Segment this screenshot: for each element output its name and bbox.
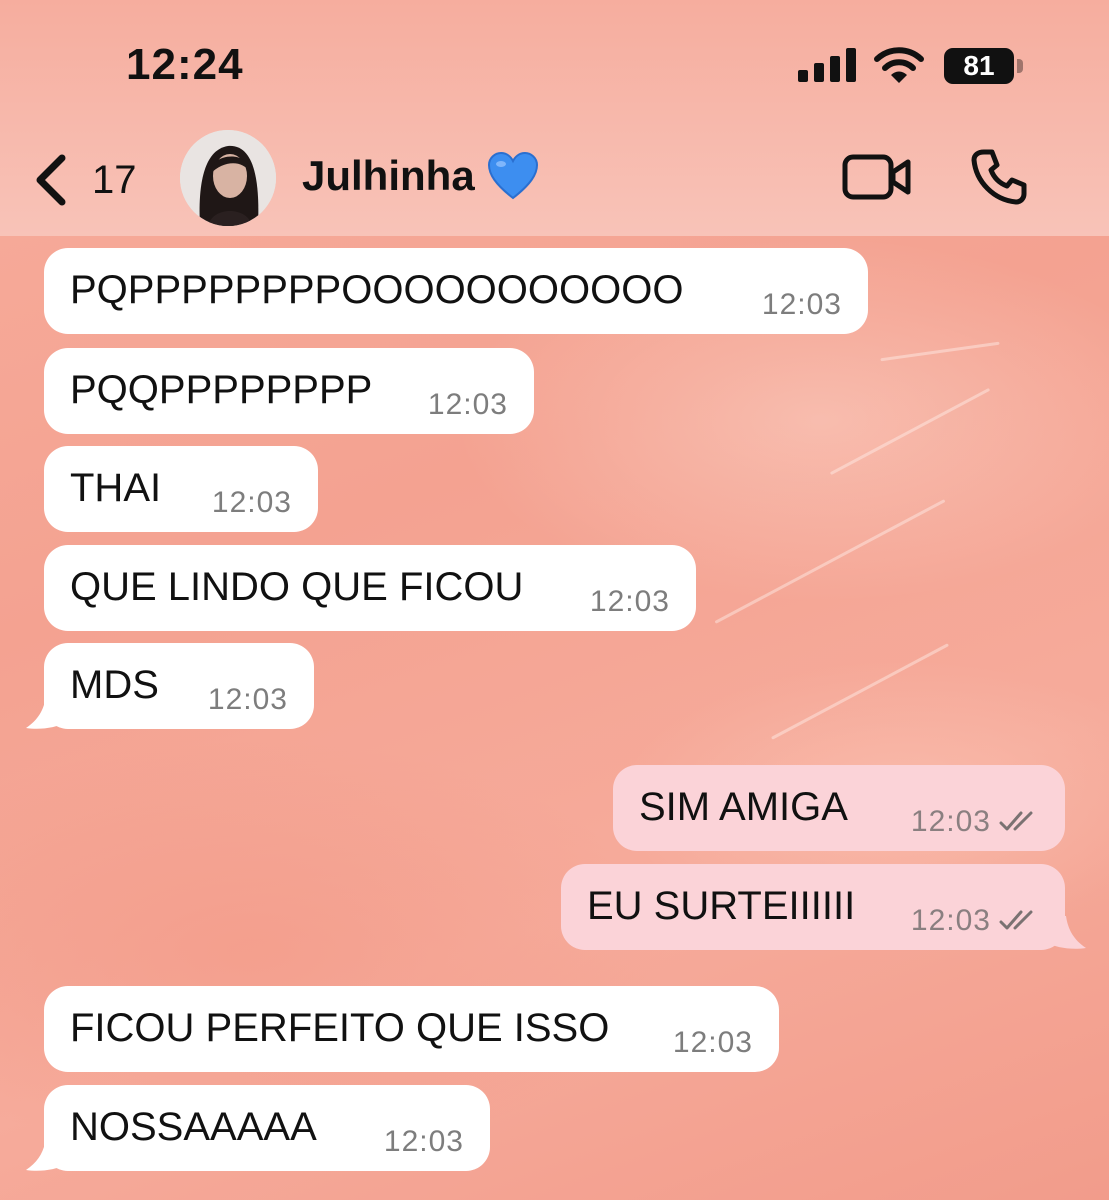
blue-heart-icon [487,152,538,200]
message-bubble-incoming[interactable]: THAI 12:03 [44,446,318,532]
phone-icon[interactable] [970,148,1028,206]
battery-indicator: 81 [944,48,1024,84]
video-camera-icon[interactable] [842,152,912,202]
message-time: 12:03 [761,288,842,321]
message-time-with-status: 12:03 [911,805,1039,839]
double-check-icon [999,910,1033,930]
signal-bars-icon [798,48,856,82]
message-text: FICOU PERFEITO QUE ISSO [70,1006,610,1050]
message-text: EU SURTEIIIIII [587,884,856,928]
contact-name-row[interactable]: Julhinha [302,152,539,200]
battery-level: 81 [944,48,1014,84]
message-time: 12:03 [589,585,670,618]
message-text: NOSSAAAAA [70,1105,317,1149]
message-time-with-status: 12:03 [911,904,1039,938]
avatar-photo [180,130,276,226]
message-text: PQQPPPPPPPP [70,368,373,412]
battery-tip [1017,59,1023,73]
double-check-icon [999,811,1033,831]
message-bubble-incoming[interactable]: MDS 12:03 [44,643,314,729]
wifi-icon [874,47,924,83]
message-time: 12:03 [211,486,292,519]
message-bubble-outgoing[interactable]: SIM AMIGA 12:03 [613,765,1065,851]
chevron-left-icon [36,154,66,206]
message-bubble-incoming[interactable]: FICOU PERFEITO QUE ISSO 12:03 [44,986,779,1072]
message-time: 12:03 [910,904,991,937]
message-text: SIM AMIGA [639,785,848,829]
back-button[interactable]: 17 [30,150,137,210]
message-text: PQPPPPPPPPOOOOOOOOOOO [70,268,684,312]
chat-header: 12:24 81 17 Julhinha [0,0,1109,236]
wallpaper-streak [880,341,1000,362]
contact-avatar[interactable] [180,130,276,226]
message-text: MDS [70,663,159,707]
message-time: 12:03 [910,805,991,838]
message-text: THAI [70,466,162,510]
wallpaper-streak [714,499,946,624]
message-bubble-incoming[interactable]: PQQPPPPPPPP 12:03 [44,348,534,434]
wallpaper-streak [829,387,991,476]
message-time: 12:03 [383,1125,464,1158]
message-time: 12:03 [427,388,508,421]
contact-name: Julhinha [302,152,475,199]
unread-count: 17 [92,157,137,202]
message-bubble-incoming[interactable]: QUE LINDO QUE FICOU 12:03 [44,545,696,631]
message-time: 12:03 [672,1026,753,1059]
message-bubble-incoming[interactable]: NOSSAAAAA 12:03 [44,1085,490,1171]
status-bar-time: 12:24 [126,40,244,89]
message-time: 12:03 [207,683,288,716]
wallpaper-streak [771,643,949,740]
message-bubble-incoming[interactable]: PQPPPPPPPPOOOOOOOOOOO 12:03 [44,248,868,334]
message-text: QUE LINDO QUE FICOU [70,565,524,609]
message-bubble-outgoing[interactable]: EU SURTEIIIIII 12:03 [561,864,1065,950]
